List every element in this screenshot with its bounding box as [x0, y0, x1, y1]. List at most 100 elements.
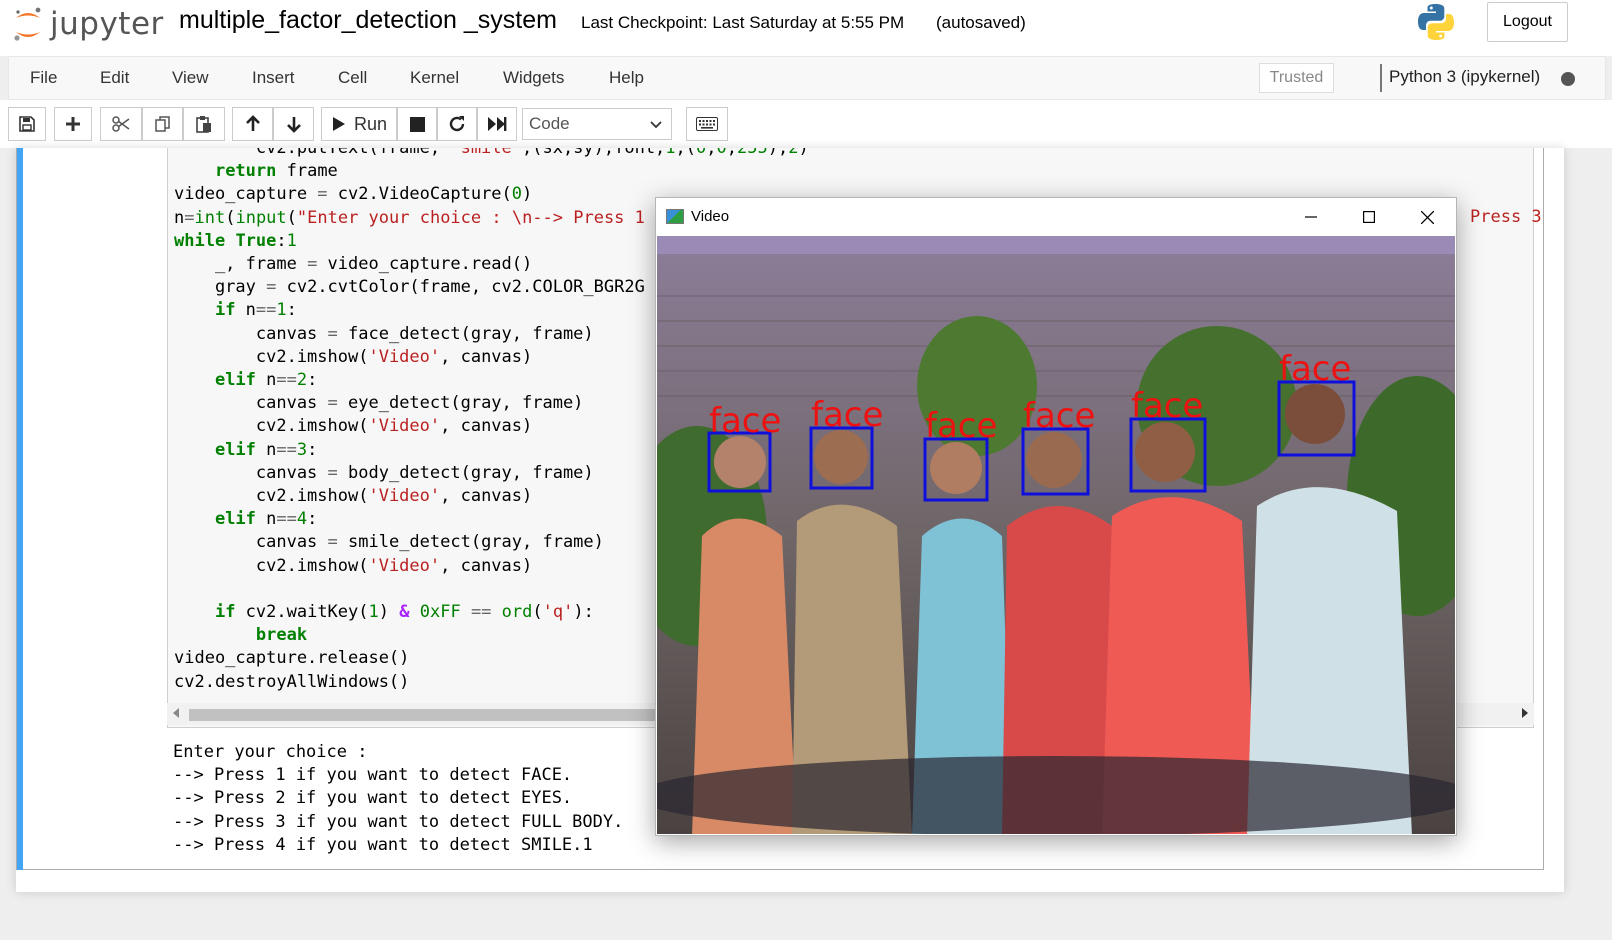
save-button[interactable] [8, 107, 46, 141]
code-line: video_capture = cv2.VideoCapture(0) [174, 184, 533, 205]
chevron-down-icon [650, 121, 662, 129]
run-button[interactable]: Run [321, 107, 397, 141]
cell-type-value: Code [529, 114, 570, 133]
face-label: face [709, 401, 781, 441]
video-window[interactable]: Video face face face face face face [655, 197, 1457, 836]
menu-file[interactable]: File [30, 68, 57, 88]
code-line: cv2.imshow('Video', canvas) [174, 555, 533, 576]
trusted-indicator[interactable]: Trusted [1259, 63, 1334, 93]
code-line: return frame [214, 161, 338, 182]
code-line: _, frame = video_capture.read() [174, 254, 533, 275]
kernel-status-icon [1561, 72, 1575, 86]
menu-view[interactable]: View [172, 68, 209, 88]
app-icon [666, 209, 684, 224]
logout-button[interactable]: Logout [1487, 2, 1568, 42]
cell-type-select[interactable]: Code [522, 108, 672, 140]
menu-insert[interactable]: Insert [252, 68, 295, 88]
notebook-name[interactable]: multiple_factor_detection _system [179, 6, 557, 35]
code-line: while True:1 [174, 230, 297, 251]
face-label: face [925, 406, 997, 446]
run-button-label: Run [354, 113, 388, 134]
menu-kernel[interactable]: Kernel [410, 68, 459, 88]
output-line: --> Press 2 if you want to detect EYES. [173, 788, 573, 809]
python-logo-icon [1418, 4, 1454, 41]
kernel-separator [1380, 64, 1382, 92]
copy-icon [154, 116, 170, 132]
menu-help[interactable]: Help [609, 68, 644, 88]
video-frame: face face face face face face [657, 236, 1455, 834]
jupyter-logo-icon [14, 7, 41, 41]
minimize-button[interactable] [1282, 198, 1340, 236]
restart-button[interactable] [437, 107, 477, 141]
autosave-status: (autosaved) [936, 13, 1026, 32]
webcam-frame-image: face face face face face face [657, 236, 1455, 834]
output-line: Enter your choice : [173, 742, 368, 762]
cut-icon [112, 116, 130, 132]
selected-cell-indicator [17, 148, 23, 870]
code-line: gray = cv2.cvtColor(frame, cv2.COLOR_BGR… [174, 277, 645, 298]
code-line: break [255, 625, 308, 646]
keyboard-icon [696, 117, 718, 131]
code-line: canvas = body_detect(gray, frame) [174, 462, 594, 483]
code-overflow-text: Press 3 [1470, 207, 1542, 227]
code-line: cv2.putText(frame, 'smile',(sx,sy),font,… [174, 148, 809, 158]
code-line: canvas = smile_detect(gray, frame) [174, 532, 604, 553]
insert-cell-button[interactable] [54, 107, 92, 141]
output-line: --> Press 3 if you want to detect FULL B… [173, 811, 624, 832]
face-label: face [1279, 349, 1351, 389]
scroll-left-icon[interactable] [173, 708, 179, 718]
maximize-button[interactable] [1340, 198, 1398, 236]
play-icon [333, 117, 345, 131]
code-line: if n==1: [214, 300, 297, 321]
maximize-icon [1363, 211, 1375, 223]
menubar: File Edit View Insert Cell Kernel Widget… [8, 56, 1606, 100]
header: jupyter multiple_factor_detection _syste… [0, 0, 1612, 56]
save-icon [19, 116, 35, 132]
menu-widgets[interactable]: Widgets [503, 68, 564, 88]
scroll-right-icon[interactable] [1522, 708, 1528, 718]
code-line: elif n==2: [214, 370, 318, 391]
kernel-name[interactable]: Python 3 (ipykernel) [1389, 67, 1540, 87]
video-window-titlebar[interactable]: Video [656, 198, 1456, 236]
code-line: cv2.destroyAllWindows() [174, 671, 410, 692]
arrow-down-icon [286, 117, 301, 133]
cell-output: Enter your choice : --> Press 1 if you wa… [173, 741, 623, 857]
code-line: canvas = face_detect(gray, frame) [174, 323, 594, 344]
code-line: cv2.imshow('Video', canvas) [174, 346, 533, 367]
interrupt-button[interactable] [397, 107, 437, 141]
code-line: cv2.imshow('Video', canvas) [174, 486, 533, 507]
code-line: n=int(input("Enter your choice : \n--> P… [174, 207, 645, 228]
output-line: --> Press 1 if you want to detect FACE. [173, 765, 573, 786]
last-checkpoint: Last Checkpoint: Last Saturday at 5:55 P… [581, 13, 905, 32]
plus-icon [66, 117, 80, 131]
code-line: canvas = eye_detect(gray, frame) [174, 393, 584, 414]
arrow-up-icon [245, 115, 260, 131]
command-palette-button[interactable] [686, 107, 728, 141]
face-label: face [811, 395, 883, 435]
menu-edit[interactable]: Edit [100, 68, 129, 88]
paste-icon [196, 116, 211, 133]
face-label: face [1131, 386, 1203, 426]
jupyter-wordmark: jupyter [50, 6, 164, 42]
restart-run-all-button[interactable] [477, 107, 517, 141]
code-line: elif n==4: [214, 509, 318, 530]
jupyter-logo[interactable]: jupyter [12, 2, 164, 46]
restart-icon [449, 116, 465, 132]
code-line: video_capture.release() [174, 648, 410, 669]
close-icon [1420, 210, 1434, 224]
move-up-button[interactable] [232, 107, 273, 141]
cut-button[interactable] [100, 107, 142, 141]
stop-icon [409, 116, 425, 132]
menu-cell[interactable]: Cell [338, 68, 367, 88]
paste-button[interactable] [183, 107, 225, 141]
output-line: --> Press 4 if you want to detect SMILE.… [173, 834, 593, 855]
close-button[interactable] [1398, 198, 1456, 236]
jupyter-notebook-app: jupyter multiple_factor_detection _syste… [0, 0, 1612, 940]
code-line: elif n==3: [214, 439, 318, 460]
scrollbar-thumb[interactable] [189, 709, 729, 721]
code-line: cv2.imshow('Video', canvas) [174, 416, 533, 437]
move-down-button[interactable] [273, 107, 314, 141]
code-line: if cv2.waitKey(1) & 0xFF == ord('q'): [214, 602, 594, 623]
copy-button[interactable] [142, 107, 183, 141]
